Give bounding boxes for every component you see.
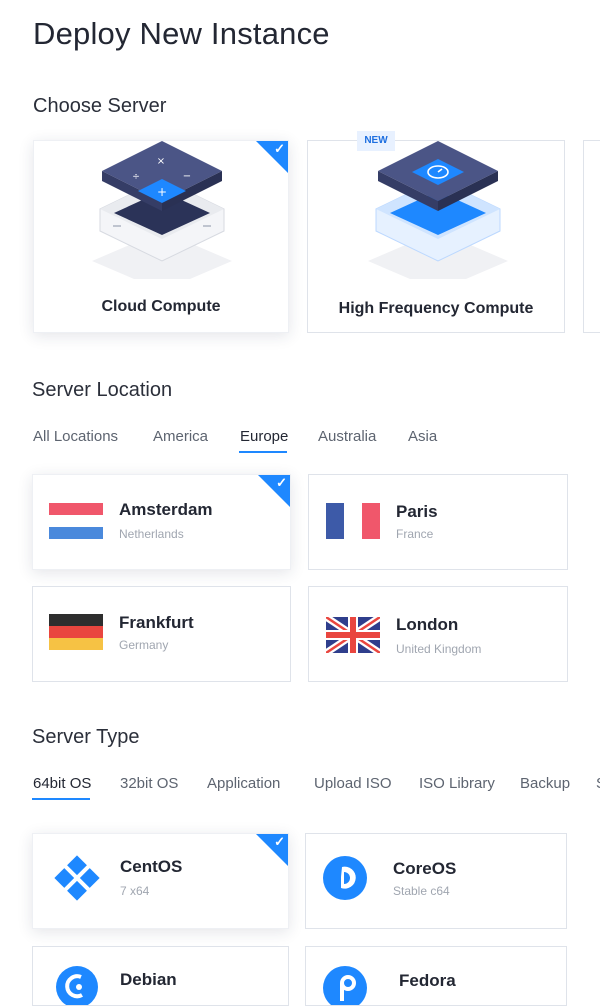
- os-option-fedora[interactable]: Fedora: [305, 946, 567, 1006]
- active-tab-indicator: [32, 798, 90, 800]
- location-city: Paris: [396, 502, 438, 521]
- os-option-centos[interactable]: CentOS 7 x64 ✓: [32, 833, 289, 929]
- active-tab-indicator: [239, 451, 287, 453]
- new-badge: NEW: [357, 131, 395, 151]
- tab-upload-iso[interactable]: Upload ISO: [314, 775, 392, 792]
- location-city: London: [396, 615, 459, 634]
- os-name: CentOS: [120, 857, 183, 876]
- debian-icon: [56, 966, 98, 1005]
- tab-application[interactable]: Application: [207, 775, 280, 792]
- location-paris[interactable]: Paris France: [308, 474, 568, 570]
- uk-flag-icon: [326, 617, 380, 653]
- os-name: Fedora: [399, 971, 456, 990]
- location-country: Netherlands: [119, 527, 184, 541]
- tab-australia[interactable]: Australia: [318, 428, 376, 445]
- centos-icon: [54, 855, 100, 901]
- os-name: Debian: [120, 970, 177, 989]
- svg-text:÷: ÷: [132, 172, 140, 182]
- location-frankfurt[interactable]: Frankfurt Germany: [32, 586, 291, 682]
- location-city: Amsterdam: [119, 500, 213, 519]
- germany-flag-icon: [49, 614, 103, 650]
- tab-asia[interactable]: Asia: [408, 428, 437, 445]
- location-amsterdam[interactable]: Amsterdam Netherlands ✓: [32, 474, 291, 570]
- os-option-coreos[interactable]: CoreOS Stable c64: [305, 833, 567, 929]
- server-option-cloud-compute[interactable]: + × ÷ − Cloud Compute ✓: [33, 140, 289, 333]
- page-title: Deploy New Instance: [33, 16, 330, 51]
- server-option-label: Cloud Compute: [101, 298, 221, 315]
- tab-america[interactable]: America: [153, 428, 208, 445]
- svg-text:−: −: [183, 171, 191, 182]
- server-location-heading: Server Location: [32, 379, 173, 401]
- tab-europe[interactable]: Europe: [240, 428, 288, 445]
- tab-all-locations[interactable]: All Locations: [33, 428, 118, 445]
- location-london[interactable]: London United Kingdom: [308, 586, 568, 682]
- fedora-icon: [323, 966, 367, 1005]
- server-option-label: High Frequency Compute: [338, 300, 534, 317]
- location-country: France: [396, 527, 434, 541]
- tab-64bit-os[interactable]: 64bit OS: [33, 775, 91, 792]
- location-city: Frankfurt: [119, 613, 194, 632]
- server-option-partial[interactable]: [583, 140, 600, 333]
- check-icon: ✓: [276, 475, 287, 490]
- tab-more[interactable]: S: [596, 775, 600, 792]
- server-type-heading: Server Type: [32, 726, 140, 748]
- tab-iso-library[interactable]: ISO Library: [419, 775, 495, 792]
- location-country: Germany: [119, 638, 169, 652]
- server-option-high-frequency[interactable]: High Frequency Compute: [307, 140, 565, 333]
- location-country: United Kingdom: [396, 642, 482, 656]
- os-version: Stable c64: [393, 884, 450, 898]
- france-flag-icon: [326, 503, 380, 539]
- check-icon: ✓: [274, 834, 285, 849]
- high-frequency-compute-icon: [368, 141, 508, 279]
- tab-32bit-os[interactable]: 32bit OS: [120, 775, 178, 792]
- netherlands-flag-icon: [49, 503, 103, 539]
- svg-text:×: ×: [157, 156, 165, 167]
- os-name: CoreOS: [393, 859, 457, 878]
- check-icon: ✓: [274, 141, 285, 156]
- cloud-compute-icon: + × ÷ −: [92, 141, 232, 279]
- choose-server-heading: Choose Server: [33, 95, 167, 117]
- coreos-icon: [323, 856, 367, 900]
- tab-backup[interactable]: Backup: [520, 775, 570, 792]
- os-version: 7 x64: [120, 884, 150, 898]
- svg-text:+: +: [157, 185, 167, 199]
- os-option-debian[interactable]: Debian: [32, 946, 289, 1006]
